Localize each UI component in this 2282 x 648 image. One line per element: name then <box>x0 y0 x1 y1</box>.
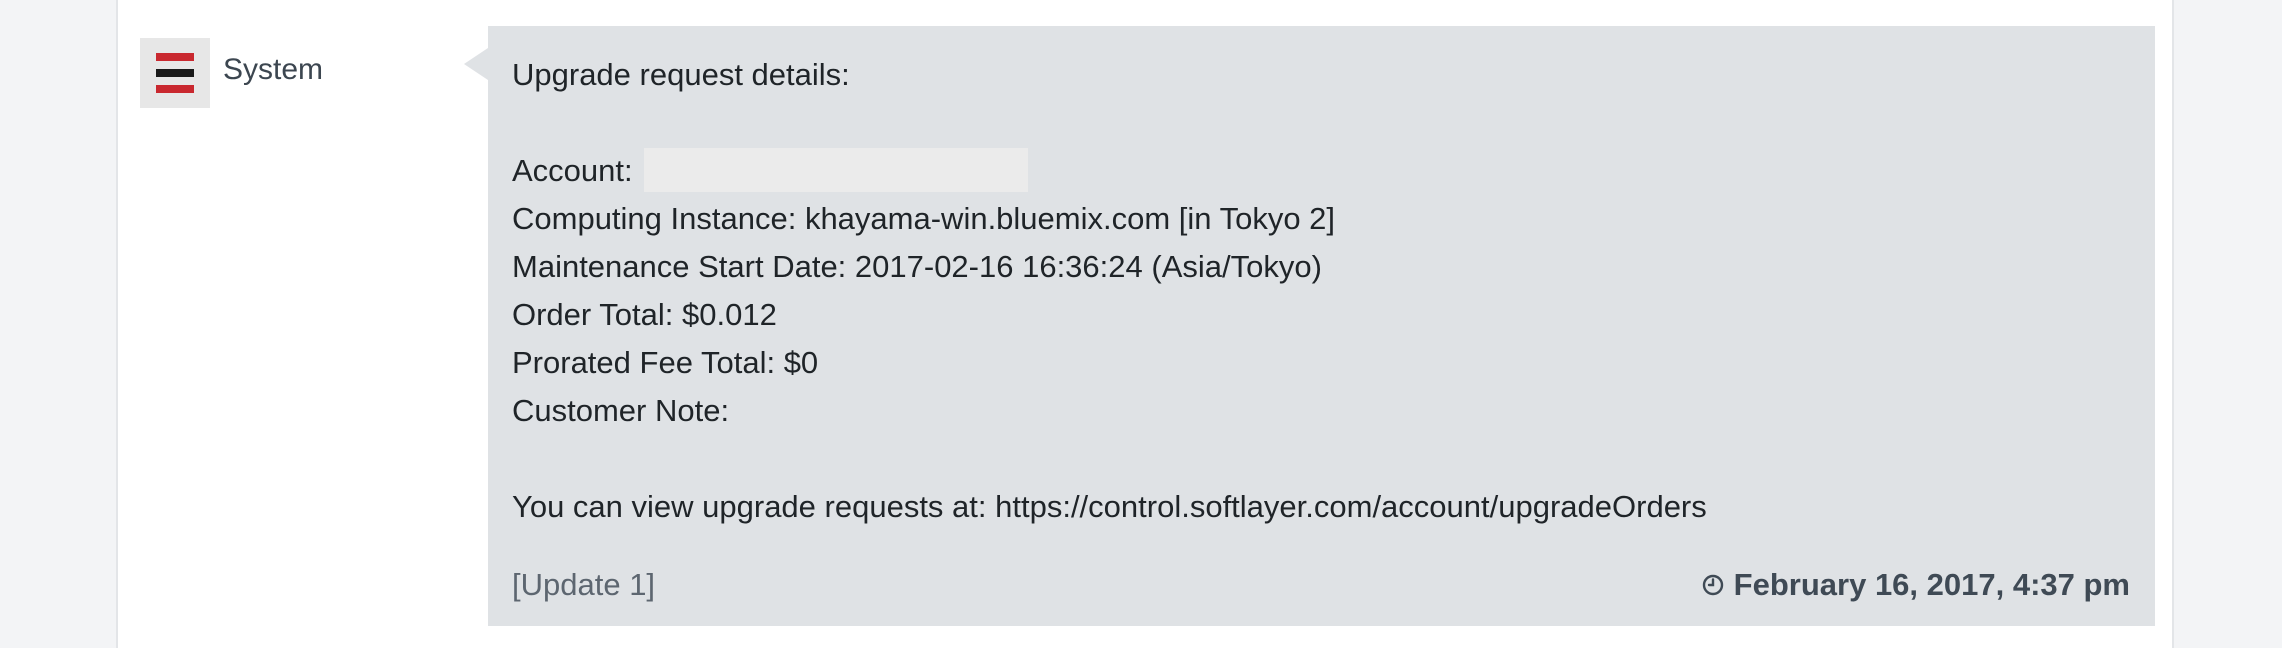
maintenance-start-line: Maintenance Start Date: 2017-02-16 16:36… <box>512 249 1322 284</box>
update-timestamp: February 16, 2017, 4:37 pm <box>1702 566 2130 604</box>
computing-instance-line: Computing Instance: khayama-win.bluemix.… <box>512 201 1336 236</box>
avatar-stripe-top <box>156 53 194 61</box>
author-name: System <box>223 53 324 86</box>
customer-note-line: Customer Note: <box>512 393 730 428</box>
clock-icon <box>1702 574 1723 596</box>
account-value-redacted <box>644 148 1028 192</box>
system-avatar <box>140 38 210 108</box>
avatar-stripe-bottom <box>156 85 194 93</box>
order-total-line: Order Total: $0.012 <box>512 297 777 332</box>
upgrade-requests-link-line[interactable]: You can view upgrade requests at: https:… <box>512 488 1707 526</box>
prorated-fee-line: Prorated Fee Total: $0 <box>512 345 819 380</box>
message-heading: Upgrade request details: <box>512 57 850 92</box>
account-label: Account: <box>512 153 633 188</box>
message-bubble-arrow <box>464 48 488 80</box>
avatar-stripe-middle <box>156 69 194 77</box>
timestamp-text: February 16, 2017, 4:37 pm <box>1733 567 2130 602</box>
update-reference: [Update 1] <box>512 567 656 602</box>
